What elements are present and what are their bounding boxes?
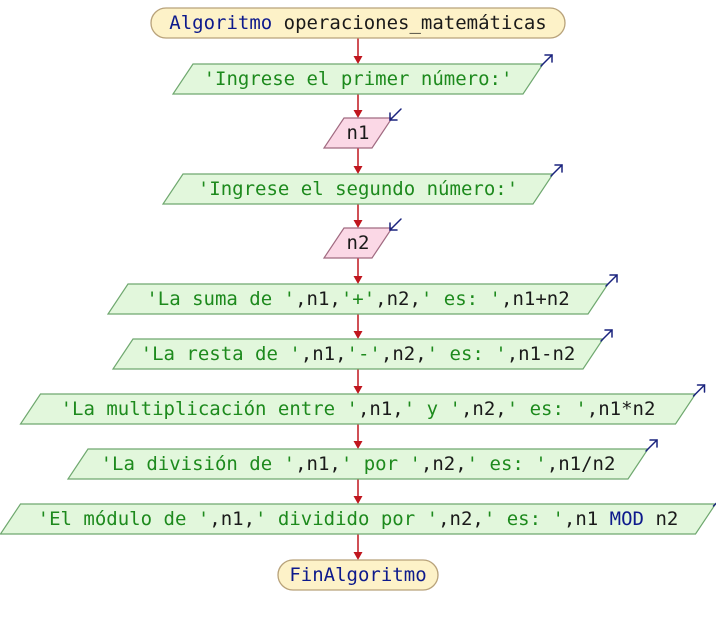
output-arrow-icon [540, 54, 553, 67]
label-token: ' es: ' [484, 508, 564, 530]
label-token: '-' [347, 343, 381, 365]
input-node-2: n1 [322, 108, 402, 149]
node-label: Algoritmo operaciones_matemáticas [169, 12, 547, 34]
output-node-7: 'La multiplicación entre ',n1,' y ',n2,'… [19, 384, 706, 425]
label-token: 'La resta de ' [141, 343, 301, 365]
label-token: ,n2, [461, 398, 507, 420]
output-node-6: 'La resta de ',n1,'-',n2,' es: ',n1-n2 [111, 329, 613, 370]
output-arrow-icon [550, 164, 563, 177]
arrowhead [353, 166, 363, 174]
label-token: ,n1, [295, 453, 341, 475]
output-arrow-icon [600, 329, 613, 342]
node-label: n1 [347, 122, 370, 144]
label-token: 'El módulo de ' [38, 508, 210, 530]
label-token: ' dividido por ' [255, 508, 438, 530]
input-arrow-icon [389, 108, 402, 121]
output-arrow-icon [605, 274, 618, 287]
label-token: ' es: ' [467, 453, 547, 475]
label-token: ,n1, [209, 508, 255, 530]
label-token: operaciones_matemáticas [272, 12, 547, 34]
label-token: 'Ingrese el primer número:' [204, 68, 513, 90]
output-node-5: 'La suma de ',n1,'+',n2,' es: ',n1+n2 [106, 274, 618, 315]
label-token: 'Ingrese el segundo número:' [198, 178, 518, 200]
node-label: 'La multiplicación entre ',n1,' y ',n2,'… [61, 398, 656, 420]
arrowhead [353, 552, 363, 560]
label-token: MOD [610, 508, 644, 530]
label-token: ' es: ' [507, 398, 587, 420]
label-token: 'La división de ' [101, 453, 295, 475]
node-label: 'La división de ',n1,' por ',n2,' es: ',… [101, 453, 616, 475]
label-token: ,n2, [438, 508, 484, 530]
label-token: ,n1, [358, 398, 404, 420]
label-token: ,n2, [381, 343, 427, 365]
input-node-4: n2 [322, 218, 402, 259]
arrowhead [353, 386, 363, 394]
label-token: FinAlgoritmo [289, 564, 426, 586]
label-token: ' es: ' [427, 343, 507, 365]
label-token: 'La suma de ' [146, 288, 295, 310]
label-token: n2 [644, 508, 678, 530]
node-label: 'La suma de ',n1,'+',n2,' es: ',n1+n2 [146, 288, 569, 310]
output-node-1: 'Ingrese el primer número:' [171, 54, 553, 95]
node-label: 'La resta de ',n1,'-',n2,' es: ',n1-n2 [141, 343, 576, 365]
label-token: '+' [341, 288, 375, 310]
label-token: n1 [347, 122, 370, 144]
label-token: ,n1-n2 [507, 343, 576, 365]
arrowhead [353, 331, 363, 339]
label-token: ' es: ' [421, 288, 501, 310]
label-token: ,n1*n2 [587, 398, 656, 420]
node-label: 'Ingrese el segundo número:' [198, 178, 518, 200]
label-token: Algoritmo [169, 12, 272, 34]
node-label: 'Ingrese el primer número:' [204, 68, 513, 90]
arrowhead [353, 56, 363, 64]
node-label: 'El módulo de ',n1,' dividido por ',n2,'… [38, 508, 679, 530]
label-token: ,n1 [564, 508, 610, 530]
output-node-3: 'Ingrese el segundo número:' [161, 164, 563, 205]
arrowhead [353, 276, 363, 284]
label-token: n2 [347, 232, 370, 254]
label-token: ,n1, [295, 288, 341, 310]
node-label: FinAlgoritmo [289, 564, 426, 586]
arrowhead [353, 441, 363, 449]
output-node-8: 'La división de ',n1,' por ',n2,' es: ',… [66, 439, 658, 480]
label-token: ,n1+n2 [501, 288, 570, 310]
label-token: ,n2, [421, 453, 467, 475]
flowchart: Algoritmo operaciones_matemáticas 'Ingres… [0, 7, 716, 591]
input-arrow-icon [389, 218, 402, 231]
label-token: ,n2, [375, 288, 421, 310]
arrowhead [353, 110, 363, 118]
output-arrow-icon [692, 384, 706, 397]
label-token: ' por ' [341, 453, 421, 475]
node-label: n2 [347, 232, 370, 254]
label-token: 'La multiplicación entre ' [61, 398, 358, 420]
arrowhead [353, 496, 363, 504]
label-token: ' y ' [404, 398, 461, 420]
arrowhead [353, 220, 363, 228]
terminal-node-0: Algoritmo operaciones_matemáticas [150, 7, 566, 39]
output-arrow-icon [645, 439, 658, 452]
label-token: ,n1/n2 [547, 453, 616, 475]
label-token: ,n1, [301, 343, 347, 365]
terminal-node-10: FinAlgoritmo [277, 559, 439, 591]
